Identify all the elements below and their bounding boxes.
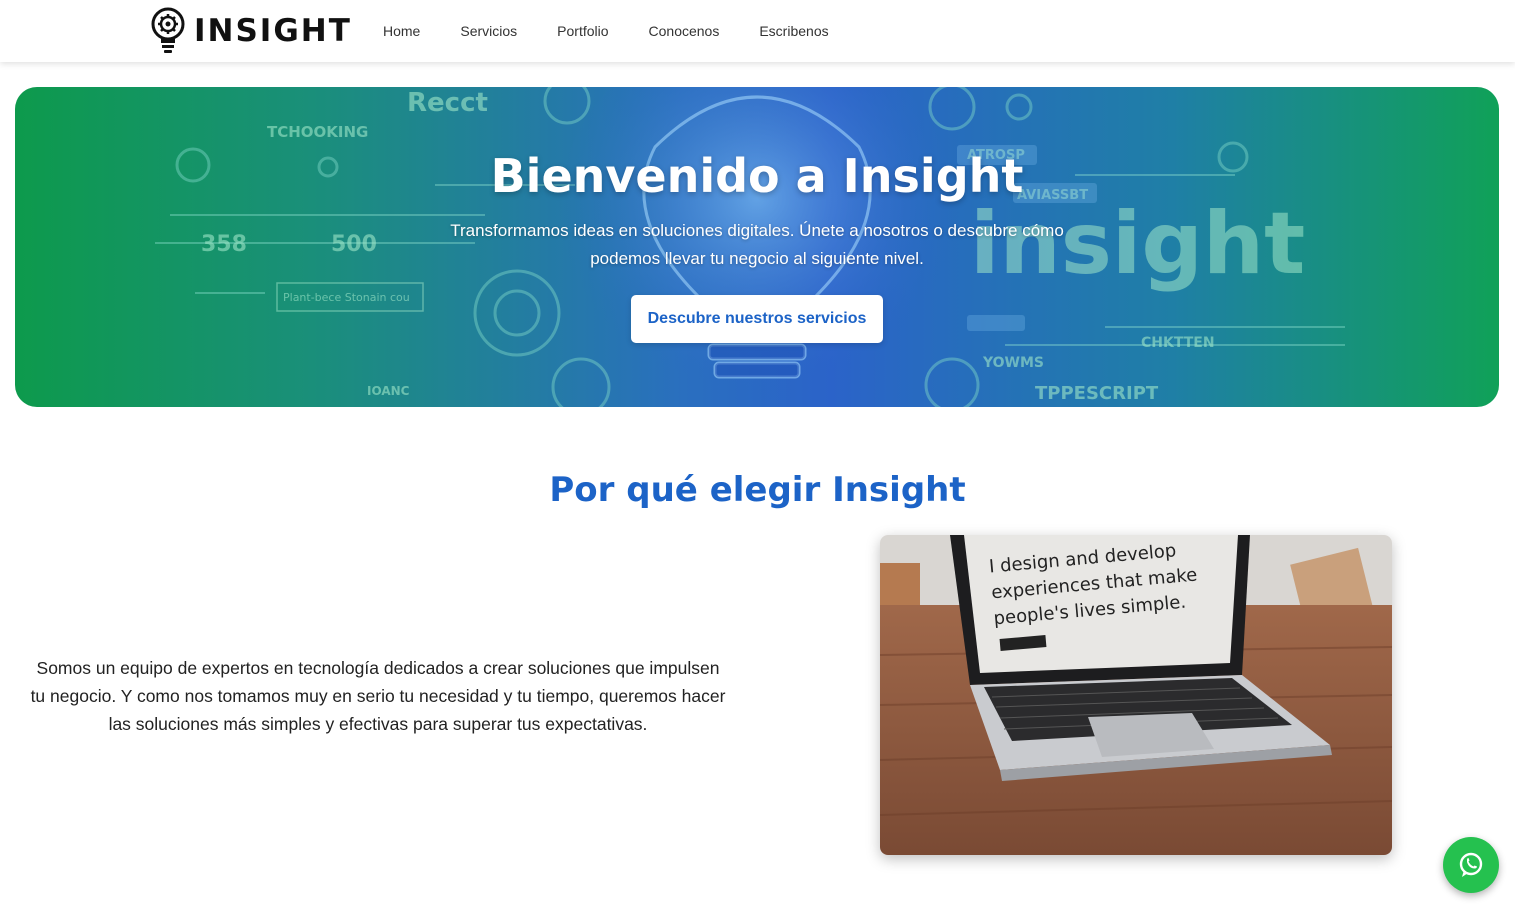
laptop-photo: I design and develop experiences that ma… — [880, 535, 1392, 855]
navbar: INSIGHT Home Servicios Portfolio Conocen… — [0, 0, 1515, 62]
art-word: YOWMS — [982, 355, 1044, 371]
hero-banner: Recct TCHOOKING insight TPPESCRIPT CHKTT… — [15, 87, 1499, 407]
nav-servicios[interactable]: Servicios — [460, 23, 517, 39]
main-nav: Home Servicios Portfolio Conocenos Escri… — [383, 0, 869, 62]
brand-logo[interactable]: INSIGHT — [148, 6, 352, 56]
hero-subtitle: Transformamos ideas en soluciones digita… — [450, 221, 1064, 268]
art-word: Recct — [407, 88, 488, 118]
art-word: 500 — [331, 232, 377, 257]
discover-services-button[interactable]: Descubre nuestros servicios — [631, 295, 883, 343]
whatsapp-button[interactable] — [1443, 837, 1499, 893]
hero-title: Bienvenido a Insight — [490, 149, 1024, 203]
art-word: CHKTTEN — [1141, 335, 1215, 351]
art-word: IOANC — [367, 384, 410, 398]
nav-home[interactable]: Home — [383, 23, 420, 39]
why-section-title: Por qué elegir Insight — [549, 470, 966, 510]
nav-portfolio[interactable]: Portfolio — [557, 23, 608, 39]
brand-name: INSIGHT — [194, 13, 352, 49]
art-word: 358 — [201, 232, 247, 257]
nav-conocenos[interactable]: Conocenos — [649, 23, 720, 39]
nav-escribenos[interactable]: Escribenos — [759, 23, 828, 39]
lightbulb-gear-icon — [151, 7, 185, 53]
art-word: Plant-bece Stonain cou — [283, 291, 410, 304]
why-section-text: Somos un equipo de expertos en tecnologí… — [30, 658, 726, 734]
art-word: TPPESCRIPT — [1035, 383, 1159, 404]
whatsapp-icon — [1459, 852, 1483, 877]
art-word: TCHOOKING — [267, 123, 368, 141]
